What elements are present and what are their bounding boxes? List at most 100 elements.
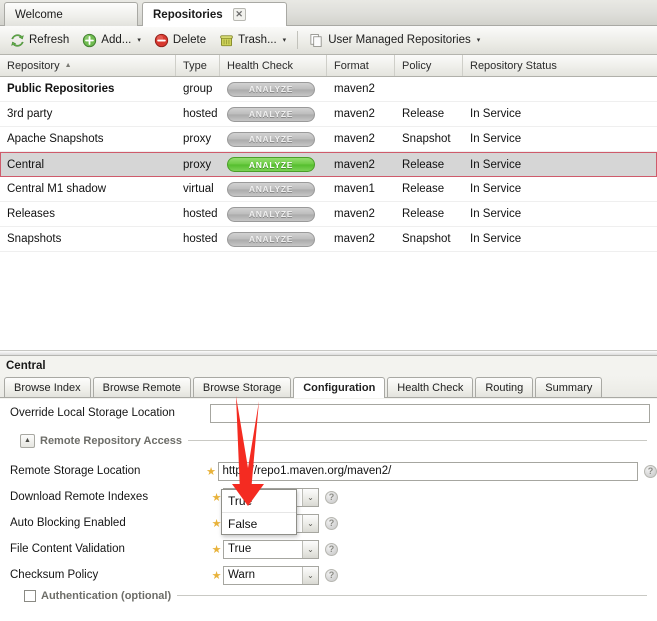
help-icon[interactable]: ? [325, 490, 338, 504]
repositories-grid: Repository ▲ Type Health Check Format Po… [0, 55, 657, 350]
refresh-icon [10, 33, 25, 48]
authentication-checkbox[interactable] [24, 589, 36, 602]
help-icon[interactable]: ? [644, 464, 657, 478]
cell-repository: Apache Snapshots [7, 133, 104, 145]
remote-storage-location-input[interactable]: https://repo1.maven.org/maven2/ [217, 461, 638, 481]
field-checksum-policy: Checksum Policy ★ Warn ⌄? [0, 562, 657, 588]
trash-button[interactable]: Trash... ▾ [213, 29, 292, 52]
field-label: Download Remote Indexes [10, 491, 149, 503]
column-header-format[interactable]: Format [327, 55, 395, 76]
refresh-label: Refresh [29, 34, 70, 46]
cell-repository-status: In Service [470, 233, 522, 245]
cell-health-check: ANALYZE [220, 77, 327, 101]
close-icon[interactable]: ✕ [232, 8, 246, 21]
tab-repositories-label: Repositories [153, 8, 223, 21]
tab-browse-storage[interactable]: Browse Storage [192, 377, 292, 397]
user-managed-repositories-button[interactable]: User Managed Repositories ▾ [303, 29, 486, 52]
field-remote-storage-location: Remote Storage Location ★ https://repo1.ma… [0, 458, 657, 484]
chevron-down-icon[interactable]: ⌄ [302, 514, 318, 532]
remote-repository-access-fieldset: ▲ Remote Repository Access [10, 432, 647, 449]
dropdown-option[interactable]: False [222, 512, 296, 534]
table-row[interactable]: Releases hosted ANALYZE maven2 Release In Ser… [0, 202, 657, 227]
analyze-button[interactable]: ANALYZE [227, 231, 315, 247]
cell-repository: Central [7, 158, 45, 171]
toolbar-separator [297, 31, 299, 49]
chevron-down-icon[interactable]: ▾ [283, 36, 287, 44]
cell-type: hosted [183, 233, 218, 245]
tab-repositories[interactable]: Repositories ✕ [142, 2, 287, 26]
analyze-button[interactable]: ANALYZE [227, 157, 315, 172]
analyze-button[interactable]: ANALYZE [227, 206, 315, 222]
help-icon[interactable]: ? [325, 542, 338, 556]
analyze-button[interactable]: ANALYZE [227, 131, 315, 147]
field-label: Remote Storage Location [10, 465, 141, 477]
tab-browse-index[interactable]: Browse Index [4, 377, 91, 397]
cell-health-check: ANALYZE [220, 102, 327, 126]
cell-format: maven2 [334, 158, 375, 171]
tab-welcome-label: Welcome [15, 8, 63, 21]
cell-type: virtual [183, 183, 214, 195]
application-window: Welcome Repositories ✕ Refresh Add... ▾ … [0, 0, 657, 621]
tab-routing[interactable]: Routing [475, 377, 534, 397]
detail-tab-label: Browse Index [14, 381, 81, 394]
authentication-label: Authentication (optional) [41, 589, 172, 602]
column-header-repository-status[interactable]: Repository Status [463, 55, 657, 76]
table-row[interactable]: Central M1 shadow virtual ANALYZE maven1 Rel… [0, 177, 657, 202]
trash-label: Trash... [238, 34, 277, 46]
table-row[interactable]: Snapshots hosted ANALYZE maven2 Snapshot In S… [0, 227, 657, 252]
cell-type: hosted [183, 208, 218, 220]
analyze-button[interactable]: ANALYZE [227, 106, 315, 122]
field-override-local-storage-location: Override Local Storage Location [0, 399, 657, 427]
help-icon[interactable]: ? [325, 516, 338, 530]
column-header-health-check[interactable]: Health Check [220, 55, 327, 76]
tab-health-check[interactable]: Health Check [387, 377, 474, 397]
select-checksum-policy[interactable]: Warn ⌄ [223, 565, 319, 585]
cell-health-check: ANALYZE [220, 227, 327, 251]
cell-policy: Release [402, 108, 445, 120]
collapse-toggle-icon[interactable]: ▲ [20, 433, 35, 448]
chevron-down-icon[interactable]: ⌄ [302, 540, 318, 558]
table-row[interactable]: Central proxy ANALYZE maven2 Release In Servi… [0, 152, 657, 177]
field-label: Auto Blocking Enabled [10, 517, 126, 529]
table-row[interactable]: Apache Snapshots proxy ANALYZE maven2 Snapsh… [0, 127, 657, 152]
column-header-repository[interactable]: Repository ▲ [0, 55, 176, 76]
analyze-button[interactable]: ANALYZE [227, 81, 315, 97]
refresh-button[interactable]: Refresh [4, 29, 75, 52]
select-value: Warn [228, 569, 256, 581]
add-label: Add... [101, 34, 132, 46]
analyze-button[interactable]: ANALYZE [227, 181, 315, 197]
user-managed-repositories-label: User Managed Repositories [328, 34, 471, 46]
column-header-type[interactable]: Type [176, 55, 220, 76]
detail-tab-bar: Browse Index Browse Remote Browse Storage C… [0, 376, 657, 398]
chevron-down-icon[interactable]: ▾ [137, 36, 141, 44]
chevron-down-icon[interactable]: ▾ [477, 36, 481, 44]
cell-repository: Central M1 shadow [7, 183, 107, 195]
cell-repository: Public Repositories [7, 83, 115, 95]
detail-tab-label: Summary [545, 381, 593, 394]
download-remote-indexes-dropdown-list[interactable]: True False [221, 489, 297, 535]
tab-welcome[interactable]: Welcome [4, 2, 138, 26]
help-icon[interactable]: ? [325, 568, 338, 582]
detail-tab-label: Browse Storage [202, 381, 282, 394]
tab-configuration[interactable]: Configuration [293, 377, 386, 398]
cell-format: maven2 [334, 233, 375, 245]
chevron-down-icon[interactable]: ⌄ [302, 488, 318, 506]
override-local-storage-location-input[interactable] [210, 403, 650, 423]
delete-button[interactable]: Delete [148, 29, 212, 52]
tab-browse-remote[interactable]: Browse Remote [92, 377, 191, 397]
table-row[interactable]: 3rd party hosted ANALYZE maven2 Release In Se… [0, 102, 657, 127]
remote-repository-access-legend-label: Remote Repository Access [40, 434, 183, 447]
cell-format: maven1 [334, 183, 375, 195]
cell-health-check: ANALYZE [220, 202, 327, 226]
select-file-content-validation[interactable]: True ⌄ [223, 539, 319, 559]
table-row[interactable]: Public Repositories group ANALYZE maven2 [0, 77, 657, 102]
tab-summary[interactable]: Summary [535, 377, 603, 397]
dropdown-option[interactable]: True [222, 490, 296, 512]
chevron-down-icon[interactable]: ⌄ [302, 566, 318, 584]
column-header-policy[interactable]: Policy [395, 55, 463, 76]
field-download-remote-indexes: Download Remote Indexes★True⌄? [0, 484, 657, 510]
cell-repository-status: In Service [470, 208, 522, 220]
add-button[interactable]: Add... ▾ [76, 29, 147, 52]
window-tab-bar: Welcome Repositories ✕ [0, 0, 657, 26]
cell-format: maven2 [334, 133, 375, 145]
